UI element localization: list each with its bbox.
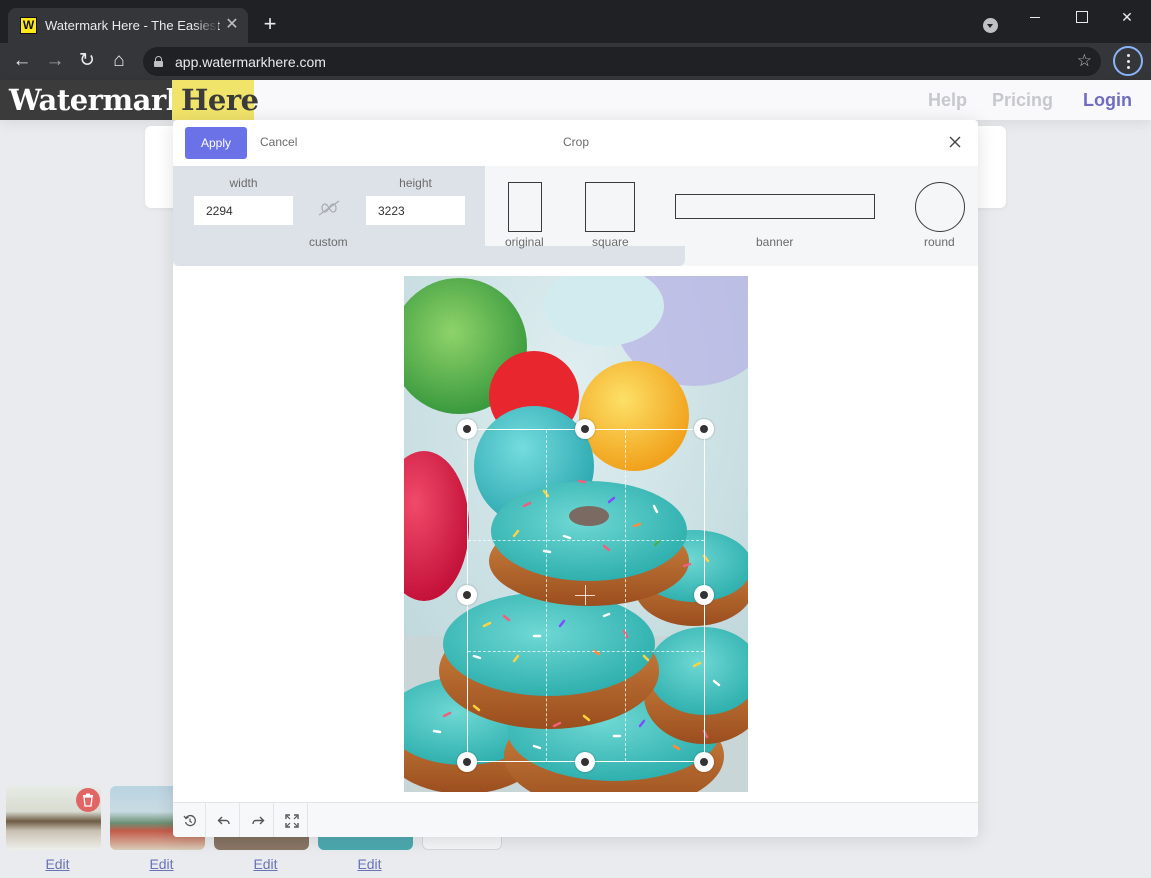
browser-toolbar: ← → ↻ ⌂ app.watermarkhere.com ☆ xyxy=(0,43,1151,80)
crop-handle-bottom-left[interactable] xyxy=(457,752,477,772)
preset-banner-label[interactable]: banner xyxy=(756,235,793,249)
tab-close-icon[interactable]: ✕ xyxy=(222,15,242,35)
fullscreen-icon[interactable] xyxy=(275,803,308,837)
crop-toolbar-footer xyxy=(173,802,978,837)
edit-link[interactable]: Edit xyxy=(114,856,209,872)
reset-history-icon[interactable] xyxy=(173,803,206,837)
preset-banner-shape[interactable] xyxy=(675,194,875,219)
custom-panel-tail xyxy=(173,246,685,266)
crop-grid-line xyxy=(468,540,704,541)
browser-tab-strip: W Watermark Here - The Easiest Online Wa… xyxy=(0,0,1151,43)
crop-center-crosshair xyxy=(585,585,586,605)
crop-handle-bottom[interactable] xyxy=(575,752,595,772)
height-label: height xyxy=(399,176,432,190)
edit-link[interactable]: Edit xyxy=(10,856,105,872)
minimize-window-icon[interactable] xyxy=(1012,6,1058,28)
logo-here[interactable]: Here xyxy=(172,80,259,120)
crop-grid-line xyxy=(546,430,547,761)
site-header: Watermark Here Help Pricing Login xyxy=(0,80,1151,120)
width-input[interactable] xyxy=(194,196,293,225)
nav-pricing-link[interactable]: Pricing xyxy=(992,90,1053,111)
crop-handle-bottom-right[interactable] xyxy=(694,752,714,772)
undo-icon[interactable] xyxy=(207,803,240,837)
width-label: width xyxy=(229,176,258,190)
crop-modal-header: Apply Cancel Crop xyxy=(173,120,978,166)
unlink-ratio-icon[interactable] xyxy=(316,199,342,217)
nav-login-link[interactable]: Login xyxy=(1083,90,1132,111)
logo-watermark[interactable]: Watermark xyxy=(0,80,186,120)
crop-handle-right[interactable] xyxy=(694,585,714,605)
crop-grid-line xyxy=(468,651,704,652)
browser-tab[interactable]: W Watermark Here - The Easiest Online Wa… xyxy=(8,8,248,43)
nav-help-link[interactable]: Help xyxy=(928,90,967,111)
home-icon[interactable]: ⌂ xyxy=(106,48,132,74)
crop-handle-left[interactable] xyxy=(457,585,477,605)
crop-modal: Apply Cancel Crop width height custom or… xyxy=(173,120,978,837)
close-icon[interactable] xyxy=(948,135,962,149)
crop-title: Crop xyxy=(563,135,590,149)
edit-link[interactable]: Edit xyxy=(322,856,417,872)
close-window-icon[interactable]: ✕ xyxy=(1104,6,1150,28)
crop-handle-top[interactable] xyxy=(575,419,595,439)
forward-arrow-icon[interactable]: → xyxy=(42,48,68,74)
height-input[interactable] xyxy=(366,196,465,225)
preset-round-label[interactable]: round xyxy=(924,235,955,249)
browser-menu-icon[interactable] xyxy=(1113,46,1143,76)
apply-button[interactable]: Apply xyxy=(185,127,247,159)
delete-trash-icon[interactable] xyxy=(76,788,100,812)
preset-original-shape[interactable] xyxy=(508,182,542,232)
custom-size-panel[interactable]: width height custom xyxy=(173,166,485,249)
cancel-button[interactable]: Cancel xyxy=(260,135,297,149)
crop-grid-line xyxy=(625,430,626,761)
lock-icon[interactable] xyxy=(154,56,163,67)
address-bar[interactable]: app.watermarkhere.com ☆ xyxy=(143,47,1101,76)
url-text[interactable]: app.watermarkhere.com xyxy=(175,54,326,70)
preset-original-label[interactable]: original xyxy=(505,235,544,249)
redo-icon[interactable] xyxy=(241,803,274,837)
back-arrow-icon[interactable]: ← xyxy=(9,48,35,74)
reload-icon[interactable]: ↻ xyxy=(74,48,100,74)
maximize-window-icon[interactable] xyxy=(1058,6,1104,28)
crop-canvas[interactable] xyxy=(173,266,978,802)
site-favicon-icon: W xyxy=(20,17,37,34)
preset-square-label[interactable]: square xyxy=(592,235,629,249)
edit-link[interactable]: Edit xyxy=(218,856,313,872)
preset-round-shape[interactable] xyxy=(915,182,965,232)
tab-title-fade xyxy=(194,14,218,36)
crop-handle-top-right[interactable] xyxy=(694,419,714,439)
bookmark-star-icon[interactable]: ☆ xyxy=(1077,51,1092,71)
crop-handle-top-left[interactable] xyxy=(457,419,477,439)
tab-search-icon[interactable] xyxy=(983,18,998,33)
crop-options-bar: width height custom original square bann… xyxy=(173,166,978,266)
preset-square-shape[interactable] xyxy=(585,182,635,232)
new-tab-icon[interactable]: + xyxy=(260,13,280,35)
custom-label: custom xyxy=(309,235,348,249)
